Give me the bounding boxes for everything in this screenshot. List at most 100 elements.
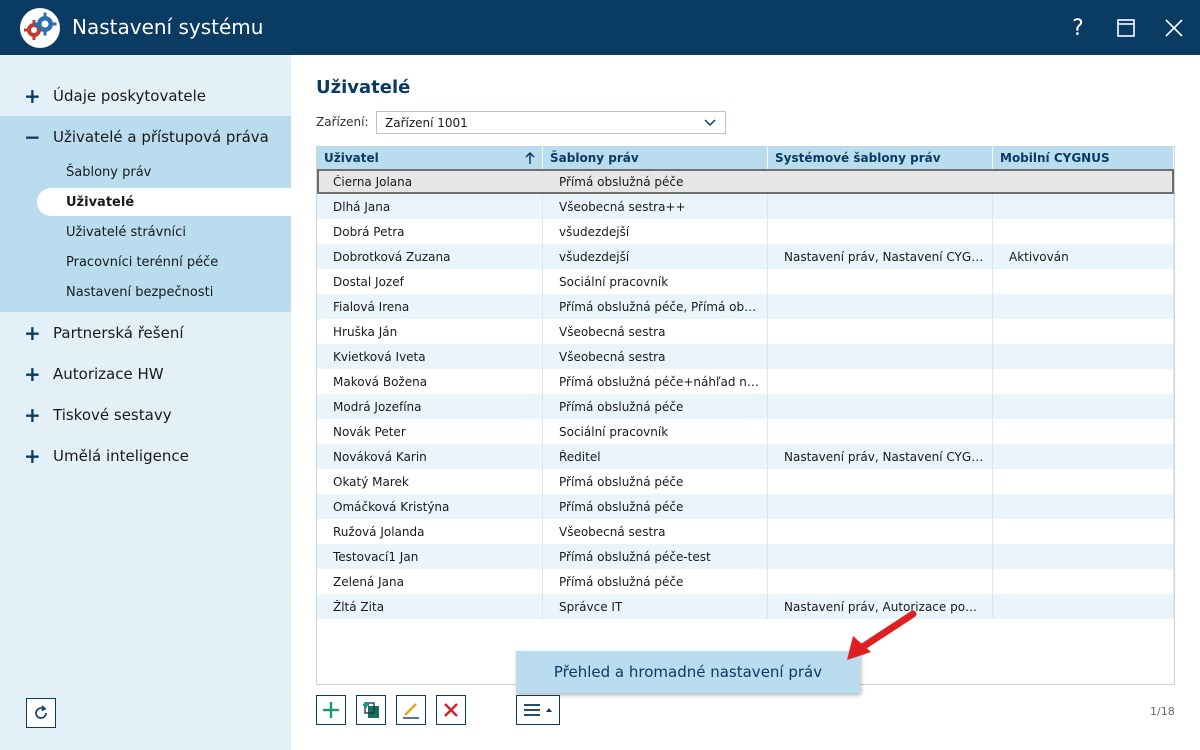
table-cell-text: Sociální pracovník <box>559 424 669 439</box>
help-icon[interactable]: ? <box>1062 12 1094 44</box>
add-user-button[interactable] <box>316 695 346 725</box>
table-cell: Přímá obslužná péče <box>543 394 768 419</box>
table-cell <box>993 469 1174 494</box>
table-row[interactable]: Dostal Jozef Sociální pracovník <box>317 269 1174 294</box>
sidebar-item-label: Partnerská řešení <box>53 323 184 342</box>
table-cell-text: Novák Peter <box>333 424 406 439</box>
table-cell <box>768 419 993 444</box>
table-cell-text: Žltá Zita <box>333 599 385 614</box>
table-cell <box>993 169 1174 194</box>
table-cell: Nastavení práv, Nastavení CYG… <box>768 244 993 269</box>
table-cell: Všeobecná sestra <box>543 344 768 369</box>
device-label: Zařízení: <box>316 115 369 129</box>
table-cell <box>993 519 1174 544</box>
table-cell-text: Přímá obslužná péče <box>559 174 684 189</box>
table-cell: Ružová Jolanda <box>317 519 543 544</box>
sidebar-subitem-pracovnici-terenni-pece[interactable]: Pracovníci terénní péče <box>37 248 291 276</box>
table-cell: Aktivován <box>993 244 1174 269</box>
main-panel: Uživatelé Zařízení: Zařízení 1001 Uživat… <box>291 55 1200 750</box>
table-cell-text: Modrá Jozefína <box>333 399 422 414</box>
record-counter: 1/18 <box>1150 705 1175 718</box>
table-row[interactable]: Zelená Jana Přímá obslužná péče <box>317 569 1174 594</box>
table-row[interactable]: Hruška Ján Všeobecná sestra <box>317 319 1174 344</box>
table-cell: Přímá obslužná péče <box>543 469 768 494</box>
table-cell <box>768 494 993 519</box>
red-arrow-annotation <box>847 610 917 660</box>
sidebar-item-udaje-poskytovatele[interactable]: + Údaje poskytovatele <box>0 75 291 116</box>
table-cell: všudezdejší <box>543 219 768 244</box>
maximize-icon[interactable] <box>1110 12 1142 44</box>
table-cell: všudezdejší <box>543 244 768 269</box>
table-cell: Čierna Jolana <box>317 169 543 194</box>
sidebar-item-tiskove-sestavy[interactable]: + Tiskové sestavy <box>0 394 291 435</box>
edit-button[interactable] <box>396 695 426 725</box>
popup-menu-item-prehled-prav[interactable]: Přehled a hromadné nastavení práv <box>516 651 860 693</box>
device-select-value: Zařízení 1001 <box>385 115 468 130</box>
table-row[interactable]: Novák Peter Sociální pracovník <box>317 419 1174 444</box>
caret-up-icon <box>546 708 552 712</box>
table-cell: Dobrotková Zuzana <box>317 244 543 269</box>
device-select[interactable]: Zařízení 1001 <box>376 111 726 134</box>
table-cell: Přímá obslužná péče <box>543 494 768 519</box>
table-row[interactable]: Žltá Zita Správce IT Nastavení práv, Autor… <box>317 594 1174 619</box>
table-cell: Nastavení práv, Nastavení CYG… <box>768 444 993 469</box>
table-cell: Všeobecná sestra <box>543 319 768 344</box>
table-cell-text: Maková Božena <box>333 374 428 389</box>
table-cell-text: Přímá obslužná péče, Přímá ob… <box>559 299 757 314</box>
table-cell: Nováková Karin <box>317 444 543 469</box>
table-cell <box>768 269 993 294</box>
table-cell <box>993 444 1174 469</box>
table-cell-text: Testovací1 Jan <box>333 549 419 564</box>
sidebar: + Údaje poskytovatele − Uživatelé a přís… <box>0 55 291 750</box>
column-header-systemove-sablony-prav[interactable]: Systémové šablony práv <box>768 147 993 169</box>
column-header-uzivatel[interactable]: Uživatel <box>317 147 543 169</box>
table-row[interactable]: Ružová Jolanda Všeobecná sestra <box>317 519 1174 544</box>
sidebar-item-autorizace-hw[interactable]: + Autorizace HW <box>0 353 291 394</box>
table-row[interactable]: Modrá Jozefína Přímá obslužná péče <box>317 394 1174 419</box>
table-cell-text: Všeobecná sestra <box>559 524 666 539</box>
table-row[interactable]: Dlhá Jana Všeobecná sestra++ <box>317 194 1174 219</box>
table-cell: Sociální pracovník <box>543 269 768 294</box>
delete-button[interactable] <box>436 695 466 725</box>
sidebar-subitem-sablony-prav[interactable]: Šablony práv <box>37 158 291 186</box>
table-row[interactable]: Fialová Irena Přímá obslužná péče, Přímá … <box>317 294 1174 319</box>
table-cell-text: všudezdejší <box>559 224 630 239</box>
table-row[interactable]: Kvietková Iveta Všeobecná sestra <box>317 344 1174 369</box>
table-cell: Dostal Jozef <box>317 269 543 294</box>
table-row[interactable]: Okatý Marek Přímá obslužná péče <box>317 469 1174 494</box>
table-row[interactable]: Dobrotková Zuzana všudezdejší Nastavení pr… <box>317 244 1174 269</box>
sidebar-subitem-uzivatele-stravnici[interactable]: Uživatelé strávníci <box>37 218 291 246</box>
table-row[interactable]: Dobrá Petra všudezdejší <box>317 219 1174 244</box>
table-cell <box>993 369 1174 394</box>
table-cell <box>993 194 1174 219</box>
column-header-mobilni-cygnus[interactable]: Mobilní CYGNUS <box>993 147 1174 169</box>
table-row[interactable]: Omáčková Kristýna Přímá obslužná péče <box>317 494 1174 519</box>
table-cell-text: Dlhá Jana <box>333 199 391 214</box>
refresh-button[interactable] <box>26 698 56 728</box>
sidebar-item-uzivatele-a-pristupova-prava[interactable]: − Uživatelé a přístupová práva <box>0 116 291 157</box>
table-cell <box>993 269 1174 294</box>
table-cell <box>768 344 993 369</box>
table-row[interactable]: Maková Božena Přímá obslužná péče+náhľad … <box>317 369 1174 394</box>
sidebar-item-partnerska-reseni[interactable]: + Partnerská řešení <box>0 312 291 353</box>
table-cell: Správce IT <box>543 594 768 619</box>
sidebar-subitem-nastaveni-bezpecnosti[interactable]: Nastavení bezpečnosti <box>37 278 291 306</box>
table-cell: Všeobecná sestra++ <box>543 194 768 219</box>
delete-icon <box>444 703 458 717</box>
table-cell-text: Přímá obslužná péče <box>559 499 684 514</box>
more-actions-menu-button[interactable] <box>516 695 560 725</box>
sidebar-item-umela-inteligence[interactable]: + Umělá inteligence <box>0 435 291 476</box>
table-cell <box>993 219 1174 244</box>
column-header-sablony-prav[interactable]: Šablony práv <box>543 147 768 169</box>
table-row[interactable]: Testovací1 Jan Přímá obslužná péče-test <box>317 544 1174 569</box>
close-icon[interactable] <box>1158 12 1190 44</box>
table-row[interactable]: Nováková Karin Ředitel Nastavení práv, Nas… <box>317 444 1174 469</box>
table-cell <box>768 194 993 219</box>
table-row[interactable]: Čierna Jolana Přímá obslužná péče <box>317 169 1174 194</box>
table-cell-text: Dostal Jozef <box>333 274 404 289</box>
refresh-icon <box>35 705 47 719</box>
sidebar-subitem-uzivatele[interactable]: Uživatelé <box>37 188 291 216</box>
collapse-minus-icon: − <box>24 124 41 149</box>
table-cell <box>768 294 993 319</box>
copy-add-button[interactable] <box>356 695 386 725</box>
